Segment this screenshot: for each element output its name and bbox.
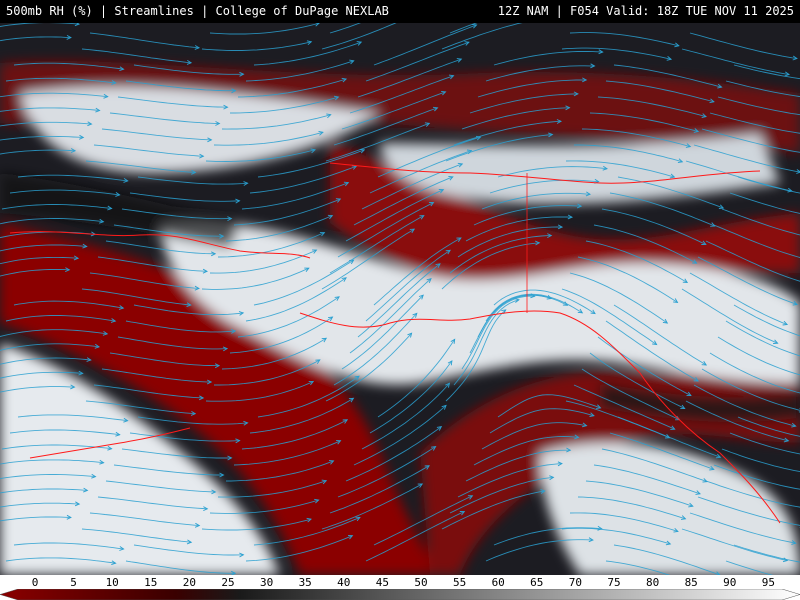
colorbar (0, 589, 800, 600)
legend-tick-label: 80 (645, 576, 660, 589)
legend-tick-label: 20 (182, 576, 197, 589)
legend-tick-label: 85 (684, 576, 698, 589)
legend-tick-label: 15 (144, 576, 158, 589)
legend-tick-label: 5 (70, 576, 77, 589)
legend-tick-label: 95 (761, 576, 776, 589)
legend-tick-labels: 0 5 10 15 20 25 30 35 40 45 50 55 60 65 70 75 80 85 90 95 (0, 575, 800, 589)
legend-tick-label: 65 (530, 576, 544, 589)
legend-tick-label: 60 (491, 576, 505, 589)
legend-tick-label: 45 (375, 576, 390, 589)
colorbar-legend: 0 5 10 15 20 25 30 35 40 45 50 55 60 65 70 75 80 85 90 95 (0, 575, 800, 600)
legend-tick-label: 55 (452, 576, 467, 589)
legend-tick-label: 25 (221, 576, 235, 589)
legend-tick-label: 30 (259, 576, 274, 589)
model-run-valid-time: 12Z NAM | F054 Valid: 18Z TUE NOV 11 202… (497, 4, 794, 18)
legend-tick-label: 35 (298, 576, 312, 589)
legend-tick-label: 40 (337, 576, 351, 589)
legend-tick-label: 90 (723, 576, 737, 589)
legend-tick-label: 70 (568, 576, 583, 589)
legend-tick-label: 10 (105, 576, 119, 589)
legend-tick-label: 0 (31, 576, 39, 589)
rh-streamline-map (0, 23, 800, 575)
legend-tick-label: 75 (607, 576, 621, 589)
product-title: 500mb RH (%) | Streamlines | College of … (6, 4, 389, 18)
title-bar: 500mb RH (%) | Streamlines | College of … (0, 0, 800, 23)
legend-tick-label: 50 (414, 576, 428, 589)
